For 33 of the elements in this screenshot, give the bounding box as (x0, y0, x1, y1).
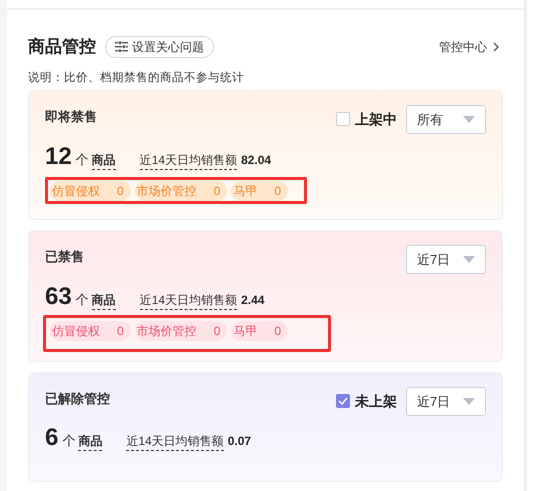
count-label[interactable]: 商品 (92, 150, 116, 170)
card-title: 即将禁售 (45, 108, 97, 126)
item-count: 12 (45, 144, 72, 169)
metric-label[interactable]: 近14天日均销售额 (140, 290, 238, 310)
count-unit: 个 (76, 150, 89, 169)
dropdown-arrow-icon (463, 256, 475, 263)
dropdown[interactable]: 近7日 (406, 386, 486, 416)
count-label[interactable]: 商品 (92, 290, 116, 310)
metric-value: 82.04 (241, 152, 272, 169)
dropdown[interactable]: 近7日 (406, 244, 486, 274)
sliders-icon (115, 41, 128, 52)
count-label[interactable]: 商品 (78, 432, 102, 451)
metric-value: 2.44 (241, 292, 264, 309)
chevron-right-icon (493, 42, 499, 52)
section-title: 商品管控 (28, 36, 96, 58)
metric-value: 0.07 (228, 432, 252, 450)
note-text: 说明：比价、档期禁售的商品不参与统计 (28, 70, 245, 86)
dropdown[interactable]: 所有 (406, 104, 486, 134)
card-title: 已解除管控 (45, 390, 110, 408)
metric-label[interactable]: 近14天日均销售额 (126, 432, 224, 451)
checkbox[interactable]: 未上架 (336, 390, 397, 412)
control-center-link[interactable]: 管控中心 (439, 38, 499, 56)
checkbox[interactable]: 上架中 (336, 108, 397, 130)
settings-button[interactable]: 设置关心问题 (105, 36, 214, 58)
check-icon (338, 397, 348, 406)
item-count: 63 (45, 284, 72, 309)
count-unit: 个 (76, 290, 89, 309)
count-unit: 个 (62, 432, 76, 450)
metric-label[interactable]: 近14天日均销售额 (140, 150, 238, 170)
item-count: 6 (45, 426, 58, 450)
card-title: 已禁售 (45, 248, 84, 266)
dropdown-arrow-icon (463, 116, 475, 123)
dropdown-arrow-icon (463, 398, 475, 405)
